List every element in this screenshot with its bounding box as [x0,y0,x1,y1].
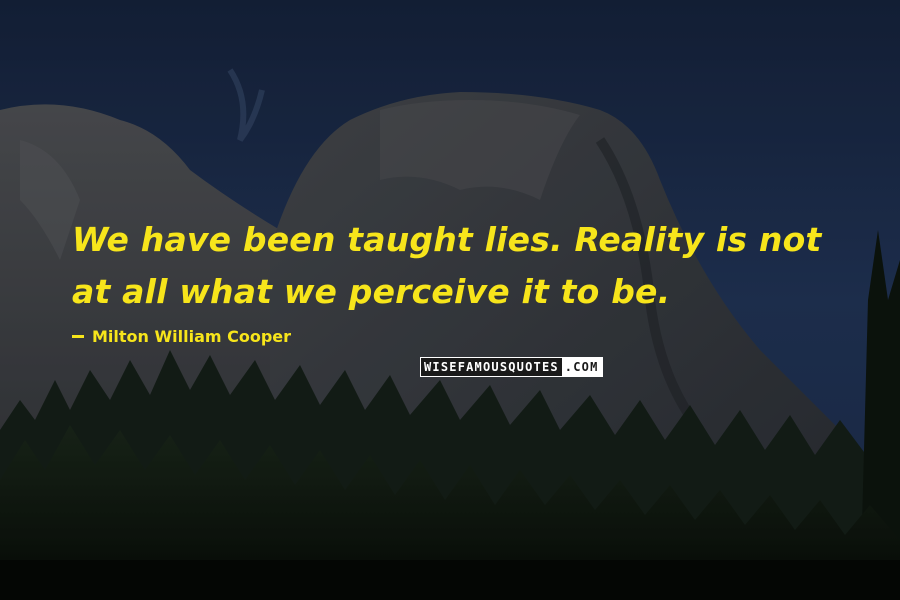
watermark-tld: .COM [561,358,602,376]
watermark-brand: WISEFAMOUSQUOTES [421,358,562,376]
quote-line-2: at all what we perceive it to be. [72,272,671,311]
quote-line-1: We have been taught lies. Reality is not [72,220,822,259]
dash-icon [72,335,84,338]
author-name: Milton William Cooper [92,327,292,346]
author-attribution: Milton William Cooper [72,327,291,346]
watermark-logo: WISEFAMOUSQUOTES .COM [420,357,603,377]
quote-text: We have been taught lies. Reality is not… [72,214,872,318]
quote-card: We have been taught lies. Reality is not… [0,0,900,600]
